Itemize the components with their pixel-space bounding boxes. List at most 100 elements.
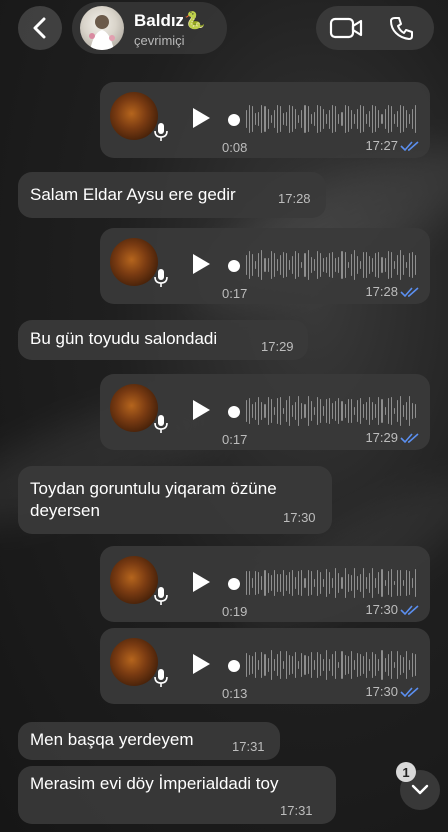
waveform-bar: [264, 257, 266, 272]
waveform-bar: [298, 660, 300, 670]
waveform-bar: [246, 399, 248, 422]
waveform-bar: [381, 114, 383, 124]
playback-position[interactable]: [228, 660, 240, 672]
waveform-bar: [399, 570, 401, 596]
playback-position[interactable]: [228, 114, 240, 126]
waveform-bar: [301, 109, 303, 129]
waveform-bar: [396, 570, 398, 596]
waveform-bar: [406, 401, 408, 421]
waveform-bar: [375, 106, 377, 132]
waveform-bar: [310, 570, 312, 596]
waveform-bar: [341, 111, 343, 127]
waveform-bar: [399, 396, 401, 426]
contact-info[interactable]: Baldız🐍 çevrimiçi: [72, 2, 227, 54]
play-icon[interactable]: [190, 398, 212, 422]
waveform-bar: [366, 652, 368, 678]
waveform-bar: [304, 253, 306, 277]
waveform-bar: [267, 109, 269, 129]
playback-position[interactable]: [228, 578, 240, 590]
waveform-bar: [310, 400, 312, 422]
waveform[interactable]: [246, 648, 417, 682]
waveform-bar: [372, 257, 374, 273]
double-check-icon: [400, 287, 419, 298]
waveform-bar: [310, 256, 312, 274]
waveform-bar: [279, 573, 281, 593]
voice-message[interactable]: 0:13 17:30: [100, 628, 430, 704]
waveform-bar: [313, 111, 315, 127]
incoming-message[interactable]: Men başqa yerdeyem 17:31: [18, 722, 280, 760]
waveform-bar: [378, 109, 380, 129]
waveform-bar: [406, 651, 408, 679]
waveform-bar: [264, 570, 266, 596]
incoming-message[interactable]: Bu gün toyudu salondadi 17:29: [18, 320, 308, 360]
waveform-bar: [252, 655, 254, 675]
waveform-bar: [276, 398, 278, 424]
waveform-bar: [326, 114, 328, 124]
waveform-bar: [341, 400, 343, 422]
waveform-bar: [372, 568, 374, 598]
voice-message[interactable]: 0:19 17:30: [100, 546, 430, 622]
play-icon[interactable]: [190, 652, 212, 676]
waveform-bar: [313, 579, 315, 587]
waveform-bar: [378, 571, 380, 595]
play-icon[interactable]: [190, 106, 212, 130]
waveform-bar: [359, 397, 361, 425]
waveform-bar: [298, 396, 300, 426]
double-check-icon: [400, 433, 419, 444]
waveform-bar: [304, 577, 306, 589]
double-check-icon: [400, 605, 419, 616]
waveform-bar: [322, 579, 325, 587]
waveform-bar: [415, 105, 417, 133]
play-icon[interactable]: [190, 570, 212, 594]
waveform-bar: [273, 109, 275, 129]
waveform-bar: [399, 250, 401, 280]
waveform[interactable]: [246, 394, 417, 428]
play-icon[interactable]: [190, 252, 212, 276]
waveform-bar: [406, 261, 408, 269]
waveform[interactable]: [246, 248, 417, 282]
waveform-bar: [415, 654, 417, 676]
waveform-bar: [338, 398, 340, 424]
waveform-bar: [347, 656, 349, 674]
waveform-bar: [347, 262, 349, 268]
waveform-bar: [304, 654, 306, 676]
waveform-bar: [270, 399, 272, 423]
waveform-bar: [344, 404, 346, 418]
waveform-bar: [338, 113, 340, 125]
incoming-message[interactable]: Merasim evi döy İmperialdadi toy 17:31: [18, 766, 336, 824]
back-button[interactable]: [18, 6, 62, 50]
incoming-message[interactable]: Toydan goruntulu yiqaram özüne deyersen …: [18, 466, 332, 534]
waveform-bar: [326, 650, 328, 680]
waveform-bar: [412, 252, 414, 278]
waveform-bar: [335, 258, 337, 272]
waveform[interactable]: [246, 102, 417, 136]
waveform-bar: [273, 659, 275, 671]
voice-message[interactable]: 0:08 17:27: [100, 82, 430, 158]
waveform-bar: [384, 109, 386, 129]
waveform-bar: [412, 653, 414, 677]
video-call-button[interactable]: [326, 12, 366, 44]
voice-call-button[interactable]: [382, 12, 422, 44]
voice-message[interactable]: 0:17 17:29: [100, 374, 430, 450]
waveform-bar: [282, 113, 285, 125]
waveform-bar: [273, 570, 275, 596]
waveform-bar: [261, 250, 263, 280]
waveform-bar: [384, 407, 386, 415]
waveform-bar: [387, 570, 389, 596]
contact-avatar[interactable]: [80, 6, 124, 50]
playback-position[interactable]: [228, 260, 240, 272]
waveform-bar: [276, 574, 278, 592]
waveform-bar: [399, 654, 401, 676]
waveform-bar: [350, 109, 352, 129]
waveform-bar: [270, 114, 272, 124]
voice-message[interactable]: 0:17 17:28: [100, 228, 430, 304]
waveform-bar: [273, 253, 275, 277]
waveform-bar: [258, 660, 260, 670]
waveform[interactable]: [246, 566, 417, 600]
waveform-bar: [393, 261, 395, 269]
waveform-bar: [264, 404, 266, 418]
waveform-bar: [267, 658, 269, 672]
waveform-bar: [298, 114, 300, 124]
incoming-message[interactable]: Salam Eldar Aysu ere gedir 17:28: [18, 172, 326, 218]
playback-position[interactable]: [228, 406, 240, 418]
